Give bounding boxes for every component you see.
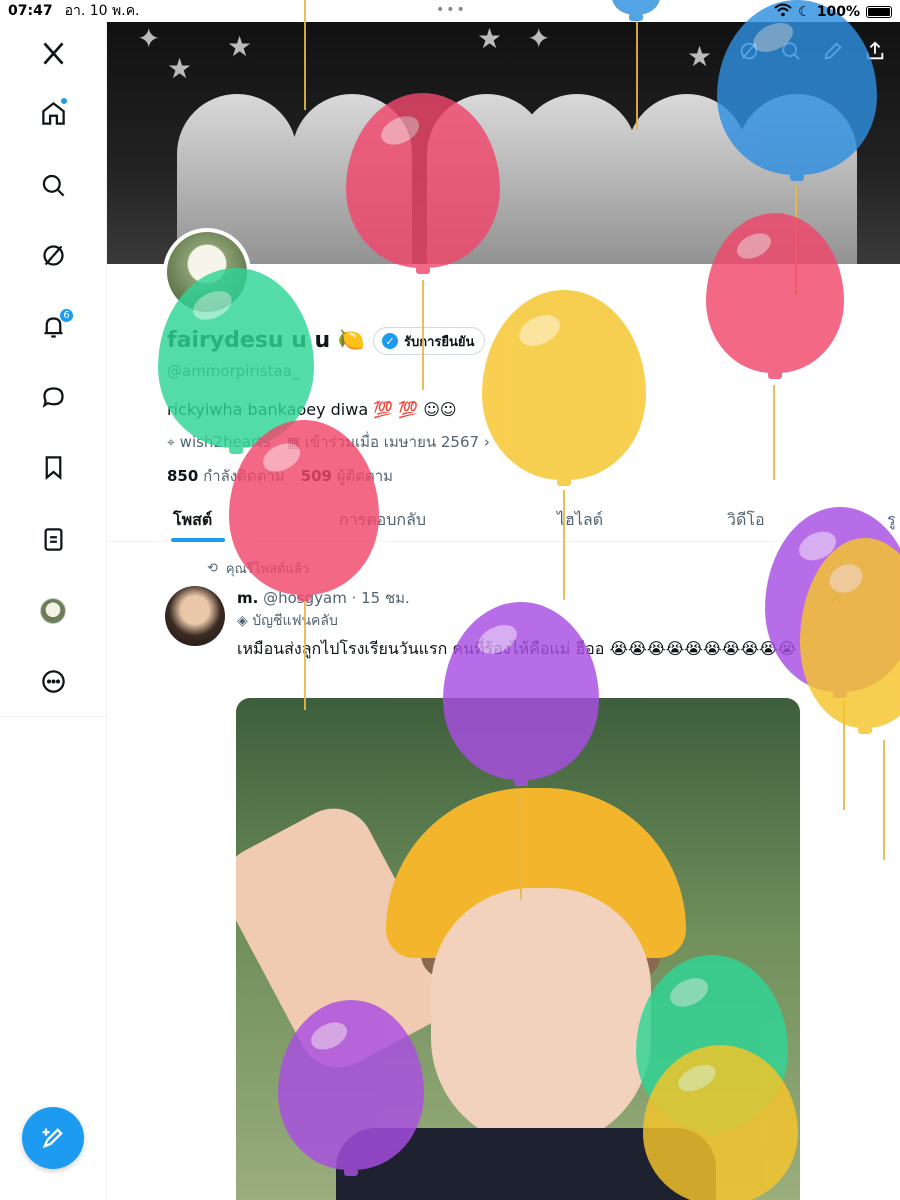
followers-link[interactable]: 509 ผู้ติดตาม	[301, 464, 393, 488]
list-icon	[44, 527, 62, 551]
sidebar-item-notifications[interactable]: 6	[30, 304, 76, 350]
post-more-icon[interactable]: ✕	[829, 588, 844, 609]
post-image[interactable]	[236, 698, 800, 1200]
sidebar-item-search[interactable]	[30, 162, 76, 208]
status-right: ☾ 100%	[774, 3, 892, 21]
followers-label: ผู้ติดตาม	[336, 467, 394, 485]
chat-icon	[42, 386, 64, 408]
banner-star: ★	[477, 22, 503, 55]
tab-posts[interactable]: โพสต์	[173, 508, 212, 533]
profile-meta: ⌖ wish2hearts ▦ เข้าร่วมเมื่อ เมษายน 256…	[167, 430, 490, 454]
following-count: 850	[167, 467, 199, 485]
share-icon[interactable]	[864, 40, 886, 62]
followers-count: 509	[300, 467, 332, 485]
chevron-right-icon[interactable]: ›	[484, 433, 490, 451]
banner-star: ✦	[527, 22, 551, 55]
image-shirt	[336, 1128, 716, 1200]
fan-label-text: บัญชีแฟนคลับ	[252, 613, 338, 629]
sidebar-divider	[0, 716, 107, 717]
home-dot-badge	[60, 97, 68, 105]
following-label: กำลังติดตาม	[203, 467, 285, 485]
repost-icon: ⟲	[207, 561, 218, 576]
grok-icon	[42, 244, 64, 266]
profile-bio: rickyiwha bankaoey diwa 💯 💯 ☺︎☺︎	[167, 400, 457, 419]
avatar-icon	[40, 598, 66, 624]
profile-avatar[interactable]	[163, 228, 251, 316]
compose-icon	[42, 1128, 63, 1149]
image-face	[431, 888, 651, 1148]
profile-display-name: fairydesu u u 🍋	[167, 328, 366, 353]
post-header: m. @hosgyam · 15 ชม.	[237, 586, 410, 610]
banner-star: ★	[227, 30, 253, 63]
get-verified-button[interactable]: ✓ รับการยืนยัน	[373, 327, 486, 355]
profile-main: ✦ ★ ★ ★ ✦ ★ fairydesu u u 🍋 ✓ รับการยืนย…	[107, 22, 900, 1200]
edit-icon[interactable]	[822, 40, 844, 62]
status-date: อา. 10 พ.ค.	[64, 3, 140, 19]
sidebar-item-lists[interactable]	[30, 516, 76, 562]
search-icon	[42, 174, 64, 196]
battery-percent: 100%	[816, 4, 860, 20]
multitask-dots[interactable]: •••	[436, 2, 467, 18]
banner-person	[292, 94, 412, 264]
sidebar-item-bookmarks[interactable]	[30, 444, 76, 490]
tab-media[interactable]: รู	[887, 508, 896, 533]
location-item: ⌖ wish2hearts	[167, 433, 271, 451]
banner-actions	[738, 40, 886, 62]
status-bar: 07:47 อา. 10 พ.ค. ••• ☾ 100%	[0, 0, 900, 22]
verified-check-icon: ✓	[382, 333, 398, 349]
post-author-handle[interactable]: @hosgyam	[263, 589, 347, 607]
profile-tabs: โพสต์ การตอบกลับ ไฮไลต์ วิดีโอ รู	[107, 500, 900, 542]
wifi-icon	[774, 3, 792, 21]
banner-person	[737, 94, 857, 264]
tab-replies[interactable]: การตอบกลับ	[339, 508, 426, 533]
banner-star: ★	[687, 40, 713, 73]
post-time: · 15 ชม.	[351, 589, 410, 607]
sidebar: 6	[0, 22, 107, 1200]
tab-videos[interactable]: วิดีโอ	[727, 508, 765, 533]
search-icon[interactable]	[780, 40, 802, 62]
post-text: เหมือนส่งลูกไปโรงเรียนวันแรก คนที่ร้องไห…	[237, 639, 797, 658]
x-logo-icon[interactable]	[30, 30, 76, 76]
profile-handle: @ammorpiristaa_	[167, 362, 300, 380]
bookmark-icon	[45, 455, 61, 480]
more-icon	[41, 669, 65, 693]
joined-text: เข้าร่วมเมื่อ เมษายน 2567	[304, 433, 480, 451]
mask-icon: ◈	[237, 613, 248, 629]
profile-banner[interactable]: ✦ ★ ★ ★ ✦ ★	[107, 22, 900, 264]
battery-icon	[866, 6, 892, 18]
fan-account-label: ◈ บัญชีแฟนคลับ	[237, 610, 338, 632]
sidebar-item-messages[interactable]	[30, 374, 76, 420]
moon-icon: ☾	[798, 4, 811, 20]
notification-badge: 6	[59, 308, 74, 323]
calendar-icon: ▦	[286, 435, 300, 451]
status-time: 07:47	[8, 3, 53, 19]
follow-stats: 850 กำลังติดตาม 509 ผู้ติดตาม	[167, 464, 393, 488]
banner-person	[517, 94, 637, 264]
sidebar-item-home[interactable]	[30, 90, 76, 136]
verify-label: รับการยืนยัน	[404, 334, 475, 350]
tab-highlights[interactable]: ไฮไลต์	[557, 508, 603, 533]
sidebar-item-grok[interactable]	[30, 232, 76, 278]
repost-label: คุณรีโพสต์แล้ว	[225, 562, 310, 577]
sidebar-item-profile[interactable]	[30, 588, 76, 634]
repost-indicator: ⟲ คุณรีโพสต์แล้ว	[207, 558, 309, 579]
banner-star: ★	[167, 52, 193, 85]
location-icon: ⌖	[167, 435, 175, 451]
active-tab-indicator	[171, 538, 225, 542]
post-author-name[interactable]: m.	[237, 589, 258, 607]
compose-button[interactable]	[22, 1107, 84, 1169]
post-author-avatar[interactable]	[165, 586, 225, 646]
following-link[interactable]: 850 กำลังติดตาม	[167, 464, 285, 488]
sidebar-item-more[interactable]	[30, 658, 76, 704]
grok-icon[interactable]	[738, 40, 760, 62]
banner-person	[627, 94, 747, 264]
joined-item: ▦ เข้าร่วมเมื่อ เมษายน 2567 ›	[287, 430, 490, 454]
location-text: wish2hearts	[179, 433, 271, 451]
banner-star: ✦	[137, 22, 161, 55]
